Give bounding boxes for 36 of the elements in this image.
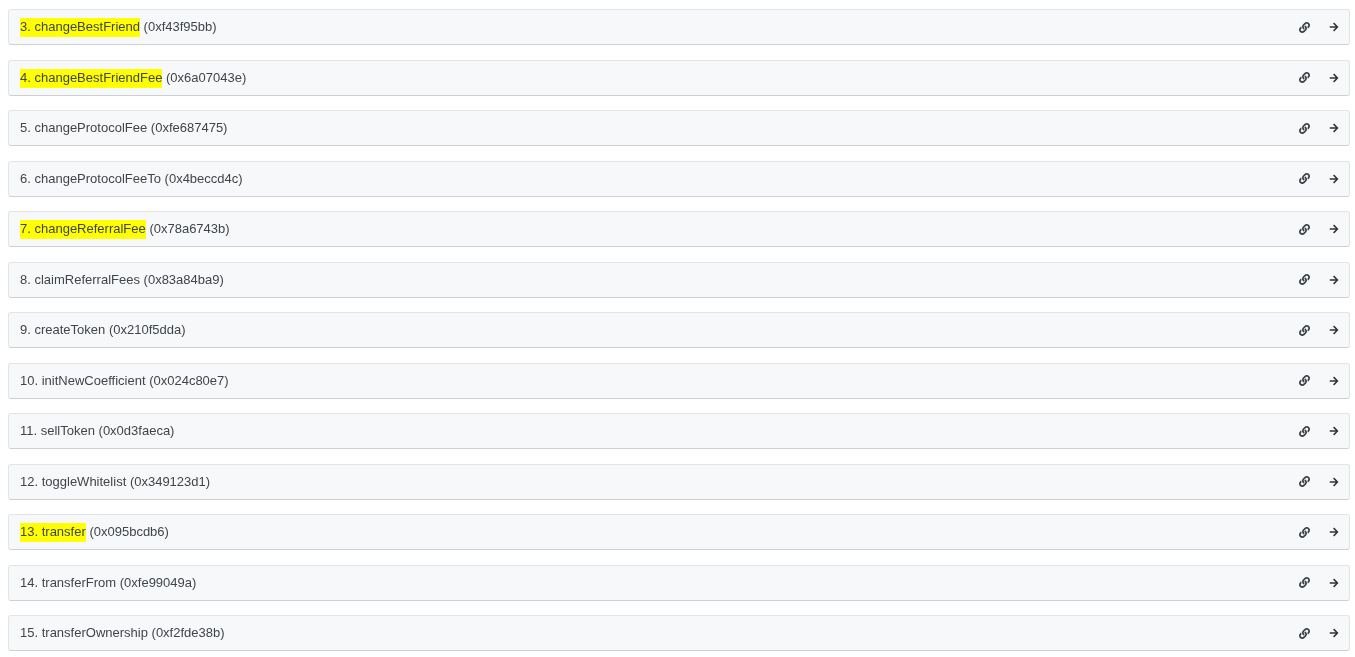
arrow-right-icon[interactable]: [1329, 224, 1339, 234]
function-title[interactable]: 10. initNewCoefficient (0x024c80e7): [20, 371, 229, 390]
arrow-right-icon[interactable]: [1329, 426, 1339, 436]
link-icon[interactable]: [1299, 526, 1310, 538]
arrow-right-icon[interactable]: [1329, 123, 1339, 133]
link-icon[interactable]: [1299, 122, 1310, 134]
link-icon[interactable]: [1299, 72, 1310, 83]
function-title[interactable]: 6. changeProtocolFeeTo (0x4beccd4c): [20, 169, 243, 188]
function-title[interactable]: 5. changeProtocolFee (0xfe687475): [20, 119, 228, 137]
function-title[interactable]: 15. transferOwnership (0xf2fde38b): [20, 624, 225, 642]
link-icon[interactable]: [1299, 324, 1310, 336]
link-icon[interactable]: [1299, 223, 1310, 235]
arrow-right-icon[interactable]: [1329, 628, 1339, 638]
arrow-right-icon[interactable]: [1329, 274, 1339, 285]
link-icon[interactable]: [1299, 627, 1310, 639]
function-title[interactable]: 14. transferFrom (0xfe99049a): [20, 573, 197, 592]
link-icon[interactable]: [1299, 173, 1310, 184]
link-icon[interactable]: [1299, 21, 1310, 33]
function-title[interactable]: 12. toggleWhitelist (0x349123d1): [20, 472, 211, 491]
function-title[interactable]: 11. sellToken (0x0d3faeca): [20, 422, 175, 440]
link-icon[interactable]: [1299, 375, 1310, 386]
function-title[interactable]: 8. claimReferralFees (0x83a84ba9): [20, 270, 224, 289]
link-icon[interactable]: [1299, 577, 1310, 588]
arrow-right-icon[interactable]: [1329, 22, 1339, 32]
arrow-right-icon[interactable]: [1329, 476, 1339, 487]
function-title[interactable]: 13. transfer (0x095bcdb6): [20, 523, 169, 541]
arrow-right-icon[interactable]: [1329, 325, 1339, 335]
arrow-right-icon[interactable]: [1329, 527, 1339, 537]
arrow-right-icon[interactable]: [1329, 375, 1339, 386]
link-icon[interactable]: [1299, 476, 1310, 487]
arrow-right-icon[interactable]: [1329, 577, 1339, 588]
arrow-right-icon[interactable]: [1329, 173, 1339, 184]
link-icon[interactable]: [1299, 425, 1310, 437]
function-title[interactable]: 9. createToken (0x210f5dda): [20, 321, 186, 339]
link-icon[interactable]: [1299, 274, 1310, 285]
arrow-right-icon[interactable]: [1329, 72, 1339, 83]
